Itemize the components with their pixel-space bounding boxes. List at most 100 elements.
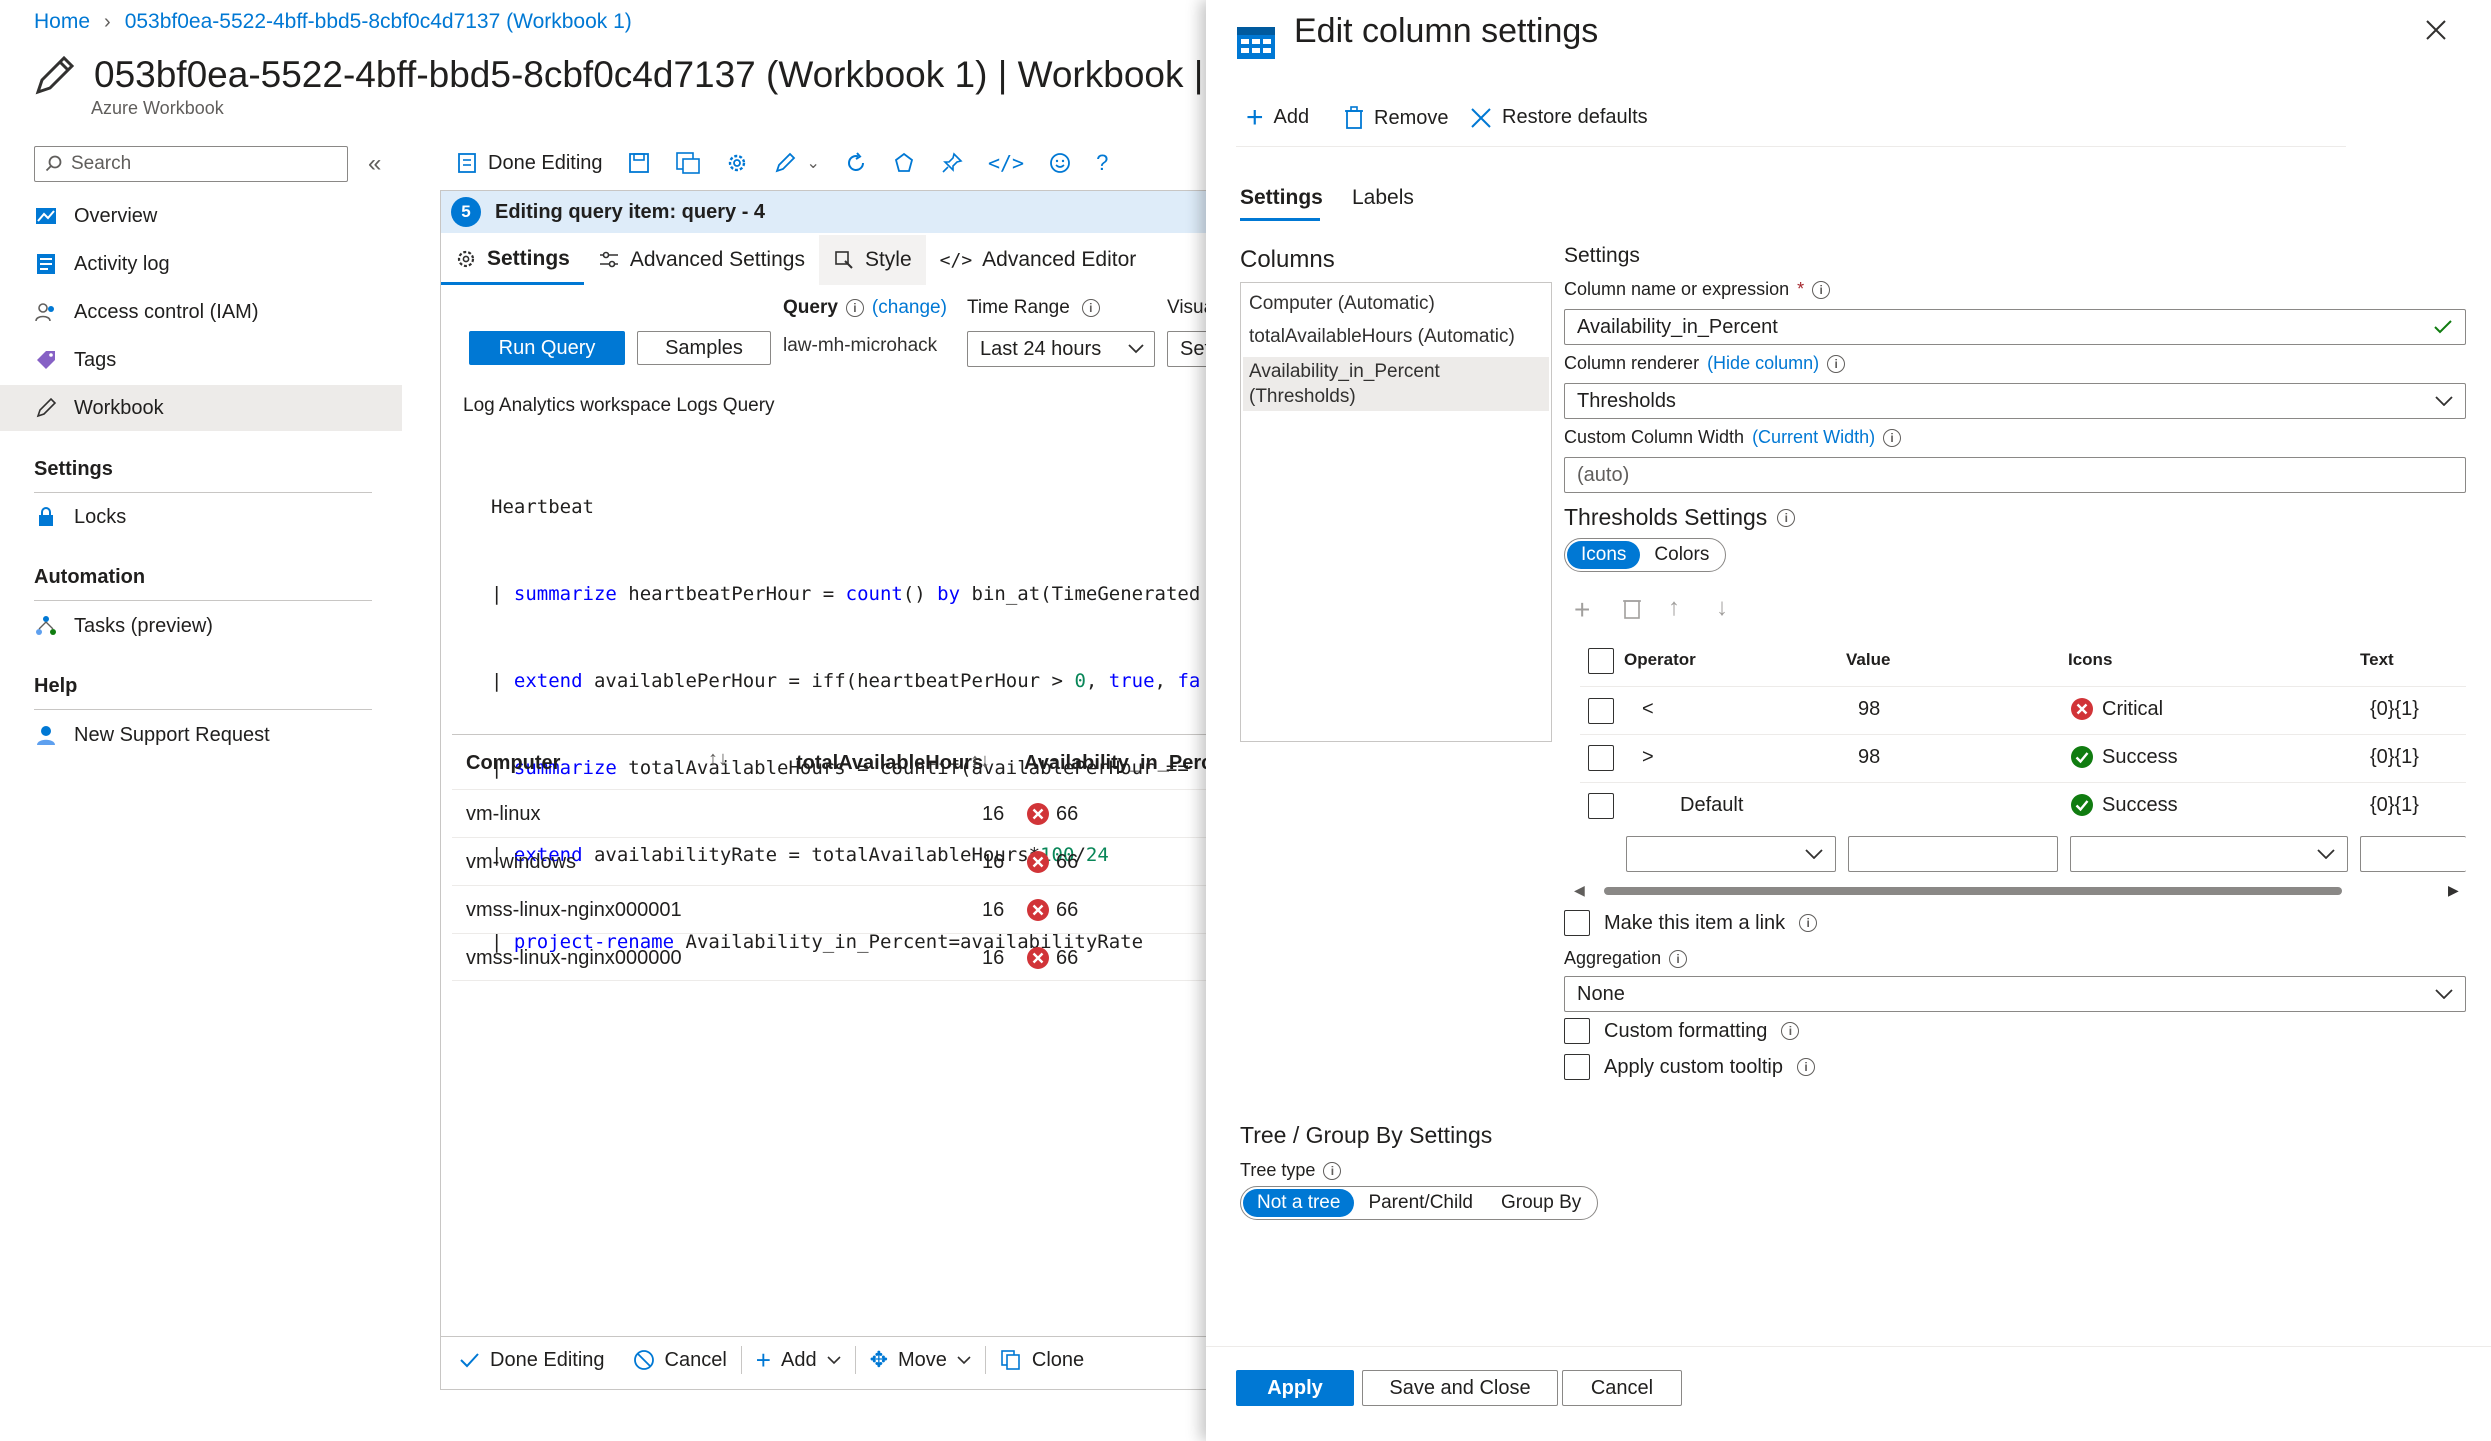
scroll-right-icon[interactable]: ▶: [2448, 882, 2459, 899]
clone-bottom-button[interactable]: Clone: [986, 1340, 1098, 1380]
refresh-icon[interactable]: [832, 146, 880, 180]
tab-advanced-editor[interactable]: </> Advanced Editor: [926, 235, 1151, 285]
code-icon[interactable]: </>: [976, 146, 1036, 180]
help-icon[interactable]: ?: [1084, 146, 1120, 180]
aggregation-dropdown[interactable]: None: [1564, 976, 2466, 1012]
table-row[interactable]: vm-windows 16 66: [452, 837, 1220, 885]
scrollbar-thumb[interactable]: [1604, 887, 2342, 895]
threshold-row-checkbox[interactable]: [1588, 745, 1614, 771]
add-threshold-icon[interactable]: +: [1574, 594, 1590, 626]
change-query-link[interactable]: (change): [872, 297, 947, 319]
remove-column-button[interactable]: Remove: [1344, 106, 1448, 130]
column-name-input[interactable]: Availability_in_Percent: [1564, 309, 2466, 345]
threshold-operator[interactable]: >: [1642, 746, 1654, 769]
column-header-computer[interactable]: Computer: [466, 752, 560, 775]
done-editing-button[interactable]: Done Editing: [444, 146, 615, 180]
threshold-icon-label[interactable]: Success: [2102, 746, 2178, 769]
collapse-sidebar-icon[interactable]: «: [368, 150, 381, 178]
sidebar-search-input[interactable]: Search: [34, 146, 348, 182]
breadcrumb-current-link[interactable]: 053bf0ea-5522-4bff-bbd5-8cbf0c4d7137 (Wo…: [125, 10, 632, 34]
tab-advanced-settings[interactable]: Advanced Settings: [584, 235, 819, 285]
threshold-row-checkbox[interactable]: [1588, 698, 1614, 724]
new-text-input[interactable]: [2360, 836, 2466, 872]
current-width-link[interactable]: (Current Width): [1752, 427, 1875, 448]
tree-option-group-by[interactable]: Group By: [1487, 1189, 1595, 1217]
threshold-value[interactable]: 98: [1858, 698, 1880, 721]
tree-option-parent-child[interactable]: Parent/Child: [1354, 1189, 1487, 1217]
column-renderer-dropdown[interactable]: Thresholds: [1564, 383, 2466, 419]
tab-style[interactable]: Style: [818, 235, 926, 285]
list-item[interactable]: Computer (Automatic): [1249, 293, 1435, 315]
move-up-icon[interactable]: ↑: [1668, 594, 1680, 622]
column-header-availability[interactable]: Availability_in_Percen: [1024, 752, 1236, 775]
bug-icon[interactable]: [880, 146, 928, 180]
apply-button[interactable]: Apply: [1236, 1370, 1354, 1406]
horizontal-scrollbar[interactable]: ◀ ▶: [1572, 882, 2466, 898]
feedback-smile-icon[interactable]: [1036, 146, 1084, 180]
scroll-left-icon[interactable]: ◀: [1574, 882, 1585, 899]
list-item-selected[interactable]: Availability_in_Percent (Thresholds): [1243, 357, 1549, 411]
sidebar-item-locks[interactable]: Locks: [0, 494, 402, 540]
sidebar-item-workbook[interactable]: Workbook: [0, 385, 402, 431]
move-bottom-button[interactable]: ✥ Move: [856, 1340, 985, 1380]
toggle-icons[interactable]: Icons: [1567, 541, 1641, 569]
table-row[interactable]: vmss-linux-nginx000001 16 66: [452, 885, 1220, 933]
new-value-input[interactable]: [1848, 836, 2058, 872]
column-header-total-hours[interactable]: totalAvailableHours: [796, 752, 983, 775]
tab-column-settings[interactable]: Settings: [1240, 186, 1323, 210]
threshold-value[interactable]: 98: [1858, 746, 1880, 769]
sidebar-item-tags[interactable]: Tags: [0, 337, 402, 383]
time-range-dropdown[interactable]: Last 24 hours: [967, 331, 1155, 367]
custom-tooltip-checkbox[interactable]: [1564, 1054, 1590, 1080]
select-all-checkbox[interactable]: [1588, 648, 1614, 674]
make-link-checkbox[interactable]: [1564, 910, 1590, 936]
column-width-input[interactable]: (auto): [1564, 457, 2466, 493]
done-editing-bottom-button[interactable]: Done Editing: [444, 1340, 619, 1380]
add-column-button[interactable]: + Add: [1246, 102, 1309, 132]
delete-threshold-icon[interactable]: [1622, 596, 1642, 620]
sidebar-item-activity-log[interactable]: Activity log: [0, 241, 402, 287]
samples-button[interactable]: Samples: [637, 331, 771, 365]
tab-column-labels[interactable]: Labels: [1352, 186, 1414, 210]
run-query-button[interactable]: Run Query: [469, 331, 625, 365]
threshold-text[interactable]: {0}{1}: [2370, 794, 2419, 817]
tree-option-not-a-tree[interactable]: Not a tree: [1243, 1189, 1355, 1217]
cancel-button[interactable]: Cancel: [1562, 1370, 1682, 1406]
sidebar-item-overview[interactable]: Overview: [0, 193, 402, 239]
tasks-icon: [34, 614, 58, 638]
list-item[interactable]: totalAvailableHours (Automatic): [1249, 326, 1515, 348]
add-bottom-button[interactable]: + Add: [742, 1340, 855, 1380]
save-icon[interactable]: [615, 146, 663, 180]
sort-arrows-icon[interactable]: ↑↓: [708, 748, 728, 771]
edit-pencil-icon[interactable]: ⌄: [761, 146, 832, 180]
close-icon[interactable]: [2424, 18, 2448, 42]
tab-settings[interactable]: Settings: [441, 235, 584, 285]
cancel-bottom-button[interactable]: Cancel: [619, 1340, 741, 1380]
hide-column-link[interactable]: (Hide column): [1707, 353, 1819, 374]
sidebar-item-access-control[interactable]: Access control (IAM): [0, 289, 402, 335]
workspace-name[interactable]: law-mh-microhack: [783, 335, 937, 357]
new-icon-dropdown[interactable]: [2070, 836, 2348, 872]
restore-defaults-button[interactable]: Restore defaults: [1470, 106, 1648, 129]
sort-arrows-icon[interactable]: ↑↓: [970, 750, 990, 773]
move-down-icon[interactable]: ↓: [1716, 594, 1728, 622]
threshold-icon-label[interactable]: Success: [2102, 794, 2178, 817]
new-operator-dropdown[interactable]: [1626, 836, 1836, 872]
threshold-text[interactable]: {0}{1}: [2370, 746, 2419, 769]
toggle-colors[interactable]: Colors: [1640, 541, 1723, 569]
threshold-icon-label[interactable]: Critical: [2102, 698, 2163, 721]
save-and-close-button[interactable]: Save and Close: [1362, 1370, 1558, 1406]
threshold-row-checkbox[interactable]: [1588, 793, 1614, 819]
sidebar-item-tasks[interactable]: Tasks (preview): [0, 603, 402, 649]
pin-icon[interactable]: [928, 146, 976, 180]
save-as-icon[interactable]: [663, 146, 713, 180]
sidebar-item-support[interactable]: New Support Request: [0, 712, 402, 758]
table-row[interactable]: vm-linux 16 66: [452, 789, 1220, 837]
settings-gear-icon[interactable]: [713, 146, 761, 180]
breadcrumb-home-link[interactable]: Home: [34, 10, 90, 34]
table-row[interactable]: vmss-linux-nginx000000 16 66: [452, 933, 1220, 981]
threshold-operator[interactable]: <: [1642, 698, 1654, 721]
threshold-text[interactable]: {0}{1}: [2370, 698, 2419, 721]
custom-formatting-checkbox[interactable]: [1564, 1018, 1590, 1044]
threshold-operator[interactable]: Default: [1680, 794, 1743, 817]
